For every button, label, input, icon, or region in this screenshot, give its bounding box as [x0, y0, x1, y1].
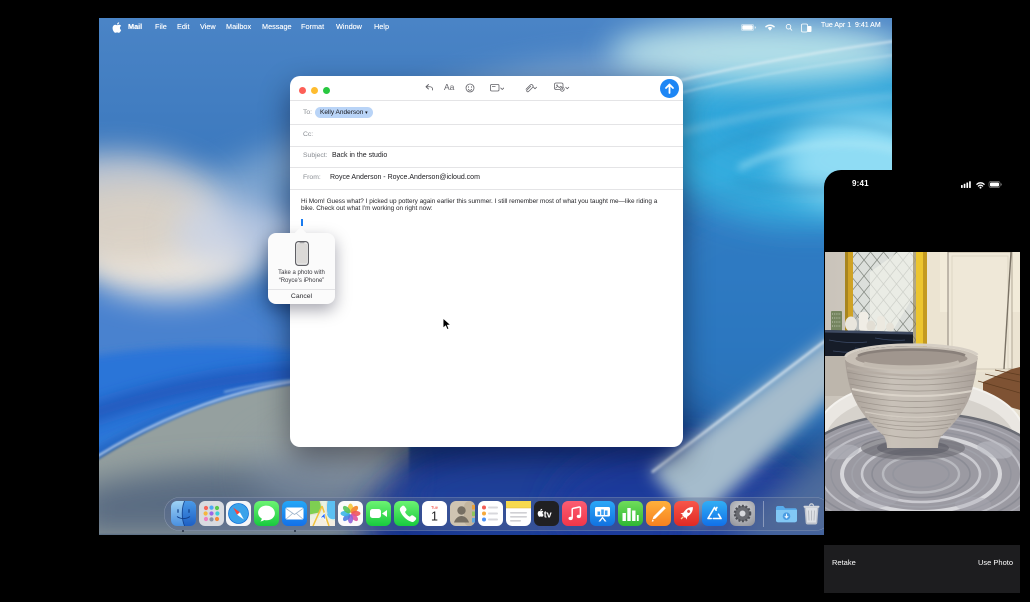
svg-text:1: 1	[431, 510, 438, 524]
svg-text:tv: tv	[544, 510, 552, 520]
